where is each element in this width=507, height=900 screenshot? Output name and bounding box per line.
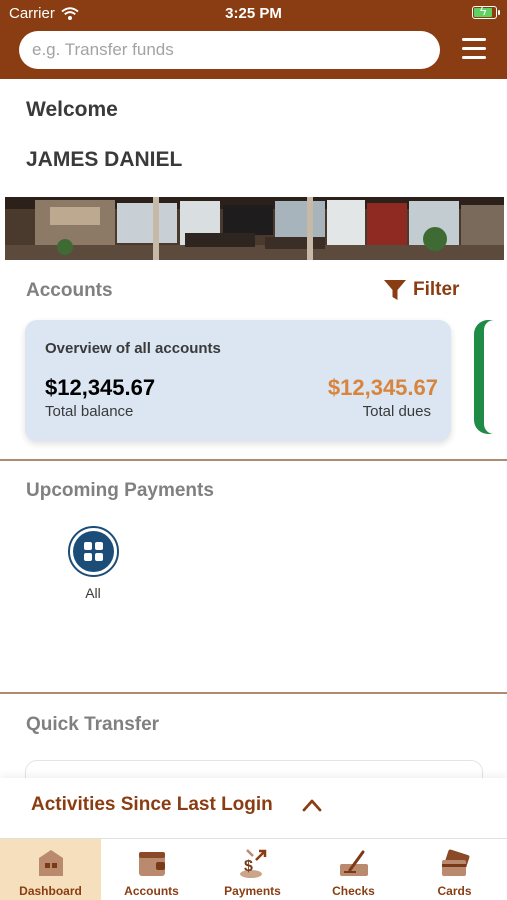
menu-button[interactable] <box>459 36 489 62</box>
total-balance-value: $12,345.67 <box>45 375 156 400</box>
status-time: 3:25 PM <box>225 5 282 22</box>
total-dues-value: $12,345.67 <box>327 375 438 400</box>
tab-label: Dashboard <box>19 884 82 898</box>
activities-since-last-login-bar[interactable]: Activities Since Last Login <box>0 778 507 839</box>
tab-accounts[interactable]: Accounts <box>101 839 202 900</box>
charging-bolt-icon: ϟ <box>480 4 487 18</box>
welcome-heading: Welcome <box>26 98 118 121</box>
next-account-card-body <box>484 320 507 434</box>
quick-transfer-title: Quick Transfer <box>26 714 160 735</box>
total-dues-label: Total dues <box>362 403 431 420</box>
branch-banner-image <box>5 197 504 260</box>
section-divider <box>0 692 507 694</box>
filter-label: Filter <box>413 279 460 300</box>
next-account-card-peek[interactable] <box>474 320 507 434</box>
tab-payments[interactable]: $ Payments <box>202 839 303 900</box>
status-bar: Carrier 3:25 PM ϟ <box>0 0 507 28</box>
search-input[interactable] <box>19 31 440 69</box>
tab-label: Accounts <box>124 884 179 898</box>
tab-checks[interactable]: Checks <box>303 839 404 900</box>
dashboard-icon <box>39 850 63 876</box>
check-icon <box>340 850 368 876</box>
wallet-icon <box>139 852 165 876</box>
tab-dashboard[interactable]: Dashboard <box>0 839 101 900</box>
upcoming-payments-title: Upcoming Payments <box>26 480 214 501</box>
filter-button[interactable]: Filter <box>383 279 459 301</box>
app-header: Carrier 3:25 PM ϟ <box>0 0 507 79</box>
battery-icon: ϟ <box>472 4 500 19</box>
tab-cards[interactable]: Cards <box>404 839 505 900</box>
hamburger-icon <box>462 38 486 41</box>
accounts-section-title: Accounts <box>26 280 113 301</box>
payments-icon: $ <box>240 849 267 878</box>
svg-text:$: $ <box>244 858 253 875</box>
card-title: Overview of all accounts <box>45 340 221 357</box>
activities-label: Activities Since Last Login <box>31 794 273 815</box>
section-divider <box>0 459 507 461</box>
tab-label: Cards <box>437 884 472 898</box>
payments-filter-all-button[interactable] <box>68 526 119 577</box>
hamburger-icon-line <box>462 47 486 50</box>
user-name: JAMES DANIEL <box>26 148 183 171</box>
hamburger-icon-line <box>462 56 486 59</box>
accounts-overview-card[interactable]: Overview of all accounts $12,345.67 Tota… <box>25 320 451 441</box>
total-balance-label: Total balance <box>45 403 134 420</box>
tab-label: Checks <box>332 884 375 898</box>
search-box[interactable] <box>19 31 440 69</box>
card-icon <box>442 849 470 876</box>
tab-label: Payments <box>224 884 281 898</box>
filter-icon <box>384 280 406 300</box>
chevron-up-icon[interactable] <box>302 798 322 812</box>
grid-icon <box>73 531 114 572</box>
bottom-tab-bar: Dashboard Accounts $ Payments Checks Car… <box>0 839 507 900</box>
payments-filter-all-label: All <box>85 585 101 601</box>
